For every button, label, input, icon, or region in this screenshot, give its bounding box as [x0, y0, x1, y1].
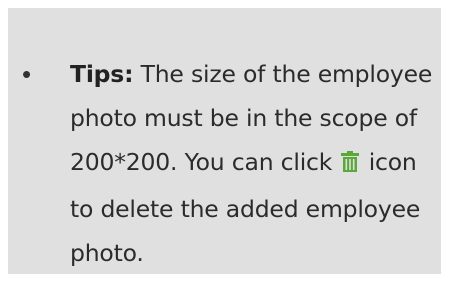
tip-text: Tips: The size of the employee photo mus…: [70, 52, 442, 275]
tips-label: Tips:: [70, 60, 134, 88]
tips-panel: • Tips: The size of the employee photo m…: [8, 8, 441, 274]
bullet-icon: •: [22, 59, 32, 89]
trash-icon: [340, 143, 360, 187]
